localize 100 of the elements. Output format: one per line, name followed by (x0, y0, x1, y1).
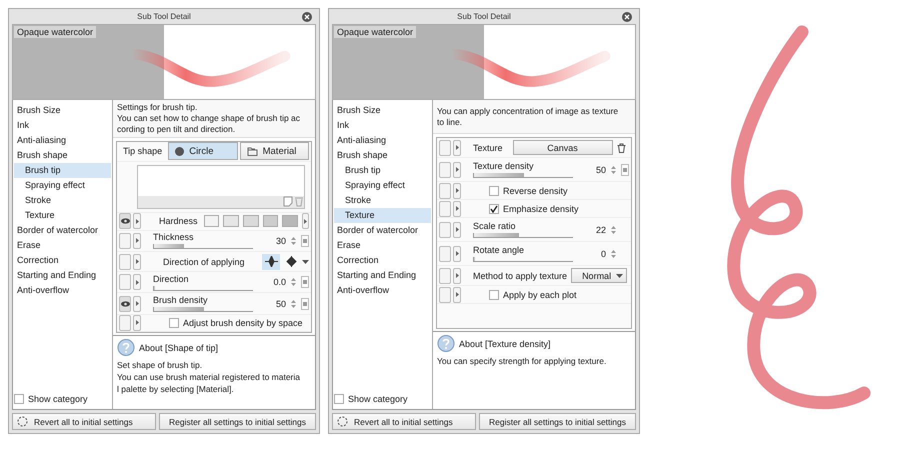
expand-button[interactable] (453, 268, 461, 284)
square-icon (303, 302, 307, 306)
visibility-toggle[interactable] (119, 274, 131, 290)
value-stepper[interactable] (610, 248, 617, 258)
window-title: Sub Tool Detail (456, 12, 512, 21)
category-item[interactable]: Stroke (334, 193, 431, 208)
slider-track[interactable] (473, 233, 573, 238)
direction-button[interactable] (262, 254, 280, 270)
expand-button[interactable] (133, 296, 141, 312)
value-stepper[interactable] (610, 164, 617, 174)
category-item[interactable]: Starting and Ending (14, 268, 111, 283)
category-item[interactable]: Ink (334, 118, 431, 133)
category-item[interactable]: Brush tip (14, 163, 111, 178)
expand-button[interactable] (453, 222, 461, 238)
category-item[interactable]: Correction (14, 253, 111, 268)
category-item[interactable]: Brush shape (334, 148, 431, 163)
visibility-toggle[interactable] (439, 200, 451, 216)
slider-track[interactable] (473, 173, 573, 178)
category-item[interactable]: Starting and Ending (334, 268, 431, 283)
expand-button[interactable] (453, 162, 461, 178)
revert-button[interactable]: Revert all to initial settings (332, 413, 476, 430)
close-icon[interactable] (622, 12, 632, 22)
texture-select[interactable]: Canvas (512, 140, 613, 155)
visibility-toggle[interactable] (439, 268, 451, 284)
register-button[interactable]: Register all settings to initial settings (159, 413, 316, 430)
category-item[interactable]: Brush tip (334, 163, 431, 178)
setting-value: 50 (276, 298, 286, 309)
visibility-toggle[interactable] (119, 213, 131, 230)
dashed-circle-icon (337, 416, 348, 427)
expand-button[interactable] (133, 274, 141, 290)
pressure-button[interactable] (621, 164, 629, 176)
checkbox[interactable] (14, 394, 24, 404)
visibility-toggle[interactable] (439, 182, 451, 198)
category-item[interactable]: Erase (14, 238, 111, 253)
category-item[interactable]: Border of watercolor (334, 223, 431, 238)
category-item[interactable]: Anti-overflow (334, 283, 431, 298)
expand-button[interactable] (453, 200, 461, 216)
category-item[interactable]: Spraying effect (14, 178, 111, 193)
visibility-toggle[interactable] (119, 232, 131, 249)
expand-button[interactable] (453, 182, 461, 198)
value-stepper[interactable] (290, 298, 297, 309)
register-button[interactable]: Register all settings to initial settings (479, 413, 636, 430)
pressure-button[interactable] (301, 276, 309, 288)
checkbox[interactable] (489, 186, 499, 196)
category-item[interactable]: Texture (14, 208, 111, 223)
expand-button[interactable] (133, 232, 141, 249)
slider-track[interactable] (473, 257, 573, 262)
expand-button[interactable] (453, 286, 461, 302)
category-item[interactable]: Brush shape (14, 148, 111, 163)
value-stepper[interactable] (290, 277, 297, 288)
expand-arrow-icon (136, 238, 138, 244)
category-item[interactable]: Anti-aliasing (334, 133, 431, 148)
expand-button[interactable] (453, 246, 461, 262)
category-item[interactable]: Texture (334, 208, 431, 223)
visibility-toggle[interactable] (439, 246, 451, 262)
visibility-toggle[interactable] (439, 222, 451, 238)
expand-button[interactable] (133, 213, 141, 230)
next-button[interactable] (302, 213, 310, 230)
category-item[interactable]: Brush Size (14, 103, 111, 118)
hardness-option[interactable] (223, 215, 239, 228)
visibility-toggle[interactable] (119, 314, 131, 331)
checkbox[interactable] (334, 394, 344, 404)
window-title: Sub Tool Detail (136, 12, 192, 21)
tip-shape-tab[interactable]: Circle (168, 142, 238, 160)
category-item[interactable]: Spraying effect (334, 178, 431, 193)
revert-button[interactable]: Revert all to initial settings (12, 413, 156, 430)
slider-track[interactable] (153, 286, 253, 291)
expand-button[interactable] (133, 314, 141, 331)
expand-arrow-icon (136, 218, 138, 224)
category-item[interactable]: Erase (334, 238, 431, 253)
visibility-toggle[interactable] (119, 296, 131, 312)
visibility-toggle[interactable] (119, 254, 131, 270)
hardness-option[interactable] (204, 215, 220, 228)
hardness-option[interactable] (242, 215, 259, 228)
tip-shape-tab[interactable]: Material (240, 142, 310, 160)
category-item[interactable]: Stroke (14, 193, 111, 208)
value-stepper[interactable] (290, 236, 297, 246)
method-dropdown[interactable]: Normal (571, 268, 628, 283)
close-icon[interactable] (302, 12, 312, 22)
category-item[interactable]: Border of watercolor (14, 223, 111, 238)
category-item[interactable]: Ink (14, 118, 111, 133)
slider-track[interactable] (153, 307, 253, 312)
category-item[interactable]: Correction (334, 253, 431, 268)
pressure-button[interactable] (301, 298, 309, 310)
hardness-option[interactable] (262, 215, 278, 228)
category-item[interactable]: Anti-aliasing (14, 133, 111, 148)
visibility-toggle[interactable] (439, 162, 451, 178)
checkbox[interactable] (169, 318, 179, 328)
category-item[interactable]: Anti-overflow (14, 283, 111, 298)
category-item[interactable]: Brush Size (334, 103, 431, 118)
trash-icon[interactable] (616, 142, 626, 152)
expand-button[interactable] (133, 254, 141, 270)
checkbox[interactable] (489, 204, 499, 214)
slider-track[interactable] (153, 244, 253, 250)
visibility-toggle[interactable] (439, 286, 451, 302)
pressure-button[interactable] (301, 234, 309, 247)
expand-button[interactable] (453, 140, 461, 156)
value-stepper[interactable] (610, 224, 617, 234)
checkbox[interactable] (489, 290, 499, 300)
visibility-toggle[interactable] (439, 140, 451, 156)
